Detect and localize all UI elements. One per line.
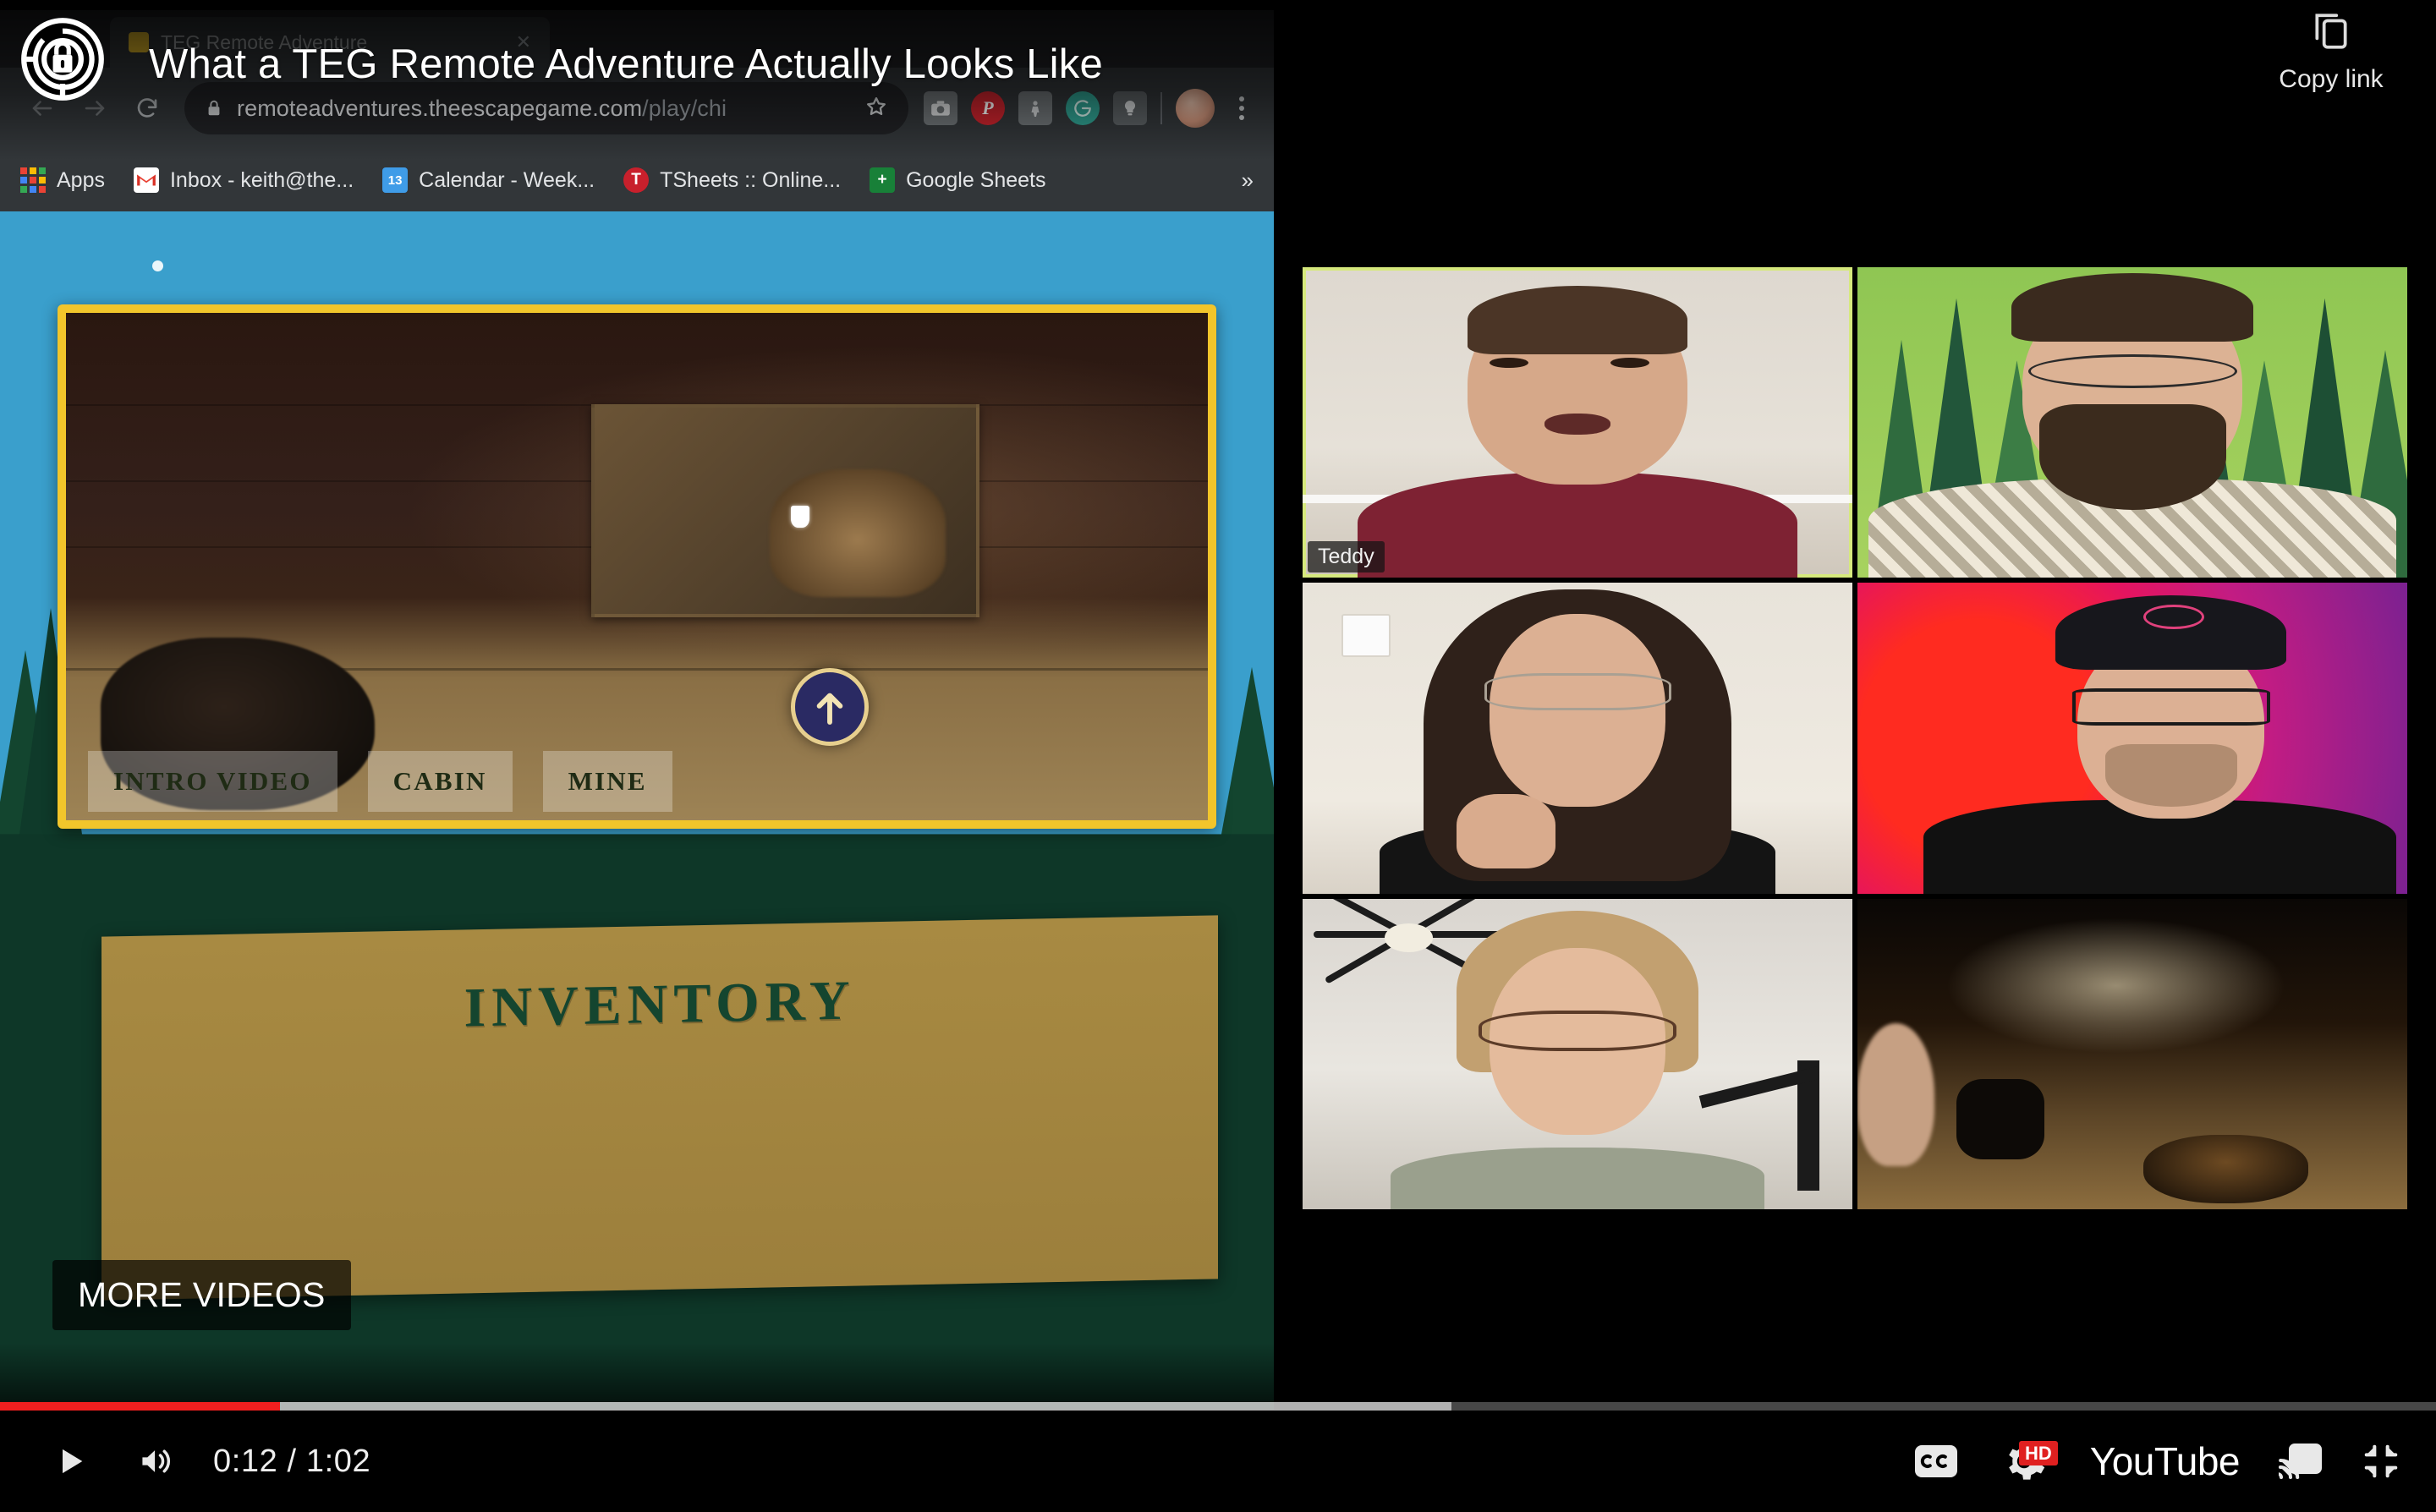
cast-icon[interactable] <box>2279 1443 2323 1480</box>
participant-beard <box>2038 403 2226 510</box>
video-conference-grid: Teddy <box>1303 267 2407 1209</box>
escape-game-target-lock-logo <box>19 15 107 103</box>
participant-mouth <box>1544 413 1610 436</box>
profile-avatar[interactable] <box>1176 89 1215 128</box>
scene-object-secondary <box>2143 1134 2308 1203</box>
bookmark-label: Google Sheets <box>906 167 1046 192</box>
arrow-glyph <box>816 693 843 725</box>
scene-object <box>1956 1078 2044 1160</box>
address-bar[interactable]: remoteadventures.theescapegame.com/play/… <box>184 82 908 134</box>
scene-wall-picture <box>591 404 979 617</box>
address-bar-url: remoteadventures.theescapegame.com/play/… <box>237 95 727 121</box>
player-controls-bar: 0:12 / 1:02 HD You Tube <box>0 1411 2436 1512</box>
quality-badge: HD <box>2018 1441 2058 1466</box>
participant-hand <box>1857 1022 1934 1166</box>
inventory-panel[interactable]: INVENTORY <box>102 915 1218 1301</box>
bookmark-label: Inbox - keith@the... <box>169 167 354 192</box>
star-icon[interactable] <box>864 95 888 123</box>
google-calendar-icon: 13 <box>382 167 409 193</box>
closed-captions-icon[interactable] <box>1914 1444 1958 1479</box>
escape-game-page: INTRO VIDEO CABIN MINE INVENTORY <box>0 211 1274 1410</box>
tab-intro-video[interactable]: INTRO VIDEO <box>88 751 337 812</box>
bookmark-calendar[interactable]: 13 Calendar - Week... <box>382 167 595 193</box>
apps-grid-icon <box>20 167 46 193</box>
participant-tile-2[interactable] <box>1857 267 2407 578</box>
participant-beard <box>2104 744 2237 807</box>
participant-body <box>1391 1147 1764 1209</box>
tsheets-icon: T <box>623 167 650 193</box>
bookmark-tsheets[interactable]: T TSheets :: Online... <box>623 167 841 193</box>
participant-glasses <box>1484 672 1671 710</box>
participant-tile-6[interactable] <box>1857 898 2407 1209</box>
youtube-logo-tube: Tube <box>2153 1439 2241 1483</box>
participant-glasses <box>1479 1010 1676 1051</box>
reload-icon[interactable] <box>123 85 171 132</box>
player-right-controls: HD You Tube <box>1914 1438 2400 1484</box>
grammarly-extension-icon[interactable] <box>1066 91 1100 125</box>
participant-glasses <box>2071 688 2270 726</box>
grey-extension-icon[interactable] <box>1018 91 1052 125</box>
game-section-tabs: INTRO VIDEO CABIN MINE <box>58 734 1216 829</box>
bookmark-label: Calendar - Week... <box>419 167 595 192</box>
participant-eye-right <box>1610 357 1649 368</box>
screenshot-extension-icon[interactable] <box>924 91 957 125</box>
participant-hand <box>1457 794 1555 869</box>
lightbulb-extension-icon[interactable] <box>1113 91 1147 125</box>
participant-glasses <box>2027 353 2237 389</box>
volume-on-icon[interactable] <box>120 1426 191 1497</box>
copy-link-label: Copy link <box>2279 65 2384 93</box>
youtube-player-fullscreen: TEG Remote Adventure ✕ remoteadventures.… <box>0 0 2436 1512</box>
tab-cabin[interactable]: CABIN <box>367 751 513 812</box>
toolbar-divider <box>1160 92 1162 124</box>
bookmark-label: TSheets :: Online... <box>660 167 842 192</box>
play-icon[interactable] <box>36 1426 107 1497</box>
progress-played <box>0 1402 281 1411</box>
progress-bar[interactable] <box>0 1402 2436 1411</box>
cap-logo-icon <box>2143 605 2204 630</box>
youtube-logo[interactable]: You Tube <box>2089 1438 2241 1484</box>
bookmark-google-sheets[interactable]: + Google Sheets <box>870 167 1046 193</box>
participant-tile-4[interactable] <box>1857 583 2407 894</box>
participant-body <box>1358 472 1797 578</box>
participant-name-label: Teddy <box>1308 541 1385 573</box>
inventory-title: INVENTORY <box>464 969 856 1039</box>
bookmarks-bar: Apps Inbox - keith@the... 13 Calendar - … <box>0 149 1274 211</box>
participant-tile-3[interactable] <box>1303 583 1852 894</box>
kebab-menu-icon[interactable] <box>1228 96 1255 120</box>
background-light-switch <box>1341 614 1391 658</box>
more-videos-button[interactable]: MORE VIDEOS <box>52 1260 351 1330</box>
participant-tile-5[interactable] <box>1303 898 1852 1209</box>
pinterest-extension-icon[interactable]: P <box>971 91 1005 125</box>
tab-mine[interactable]: MINE <box>542 751 672 812</box>
shared-browser-window: TEG Remote Adventure ✕ remoteadventures.… <box>0 10 1274 1410</box>
participant-hair <box>2011 273 2253 342</box>
participant-eye-left <box>1490 357 1528 368</box>
bookmark-label: Apps <box>57 167 105 192</box>
tab-favicon <box>129 32 149 52</box>
youtube-logo-you: You <box>2089 1439 2155 1483</box>
copy-link-icon <box>2310 10 2352 57</box>
video-frame[interactable]: TEG Remote Adventure ✕ remoteadventures.… <box>0 0 2436 1512</box>
participant-hair <box>1468 286 1687 354</box>
participant-tile-teddy[interactable]: Teddy <box>1303 267 1852 578</box>
hand-cursor <box>791 506 810 528</box>
bookmark-inbox[interactable]: Inbox - keith@the... <box>133 167 354 193</box>
game-viewport-frame: INTRO VIDEO CABIN MINE <box>58 304 1216 829</box>
collapse-size-icon[interactable] <box>2362 1442 2400 1481</box>
copy-link-button[interactable]: Copy link <box>2247 10 2416 94</box>
lock-icon <box>205 97 223 119</box>
scene-glow <box>1945 917 2286 1055</box>
time-display: 0:12 / 1:02 <box>213 1443 371 1479</box>
gmail-icon <box>133 167 159 193</box>
bookmark-apps[interactable]: Apps <box>20 167 105 193</box>
gear-icon[interactable]: HD <box>1997 1439 2058 1483</box>
google-sheets-icon: + <box>870 167 896 193</box>
extension-icons: P <box>924 89 1255 128</box>
chevron-double-right-icon[interactable]: » <box>1242 167 1254 194</box>
video-title: What a TEG Remote Adventure Actually Loo… <box>149 41 1103 87</box>
